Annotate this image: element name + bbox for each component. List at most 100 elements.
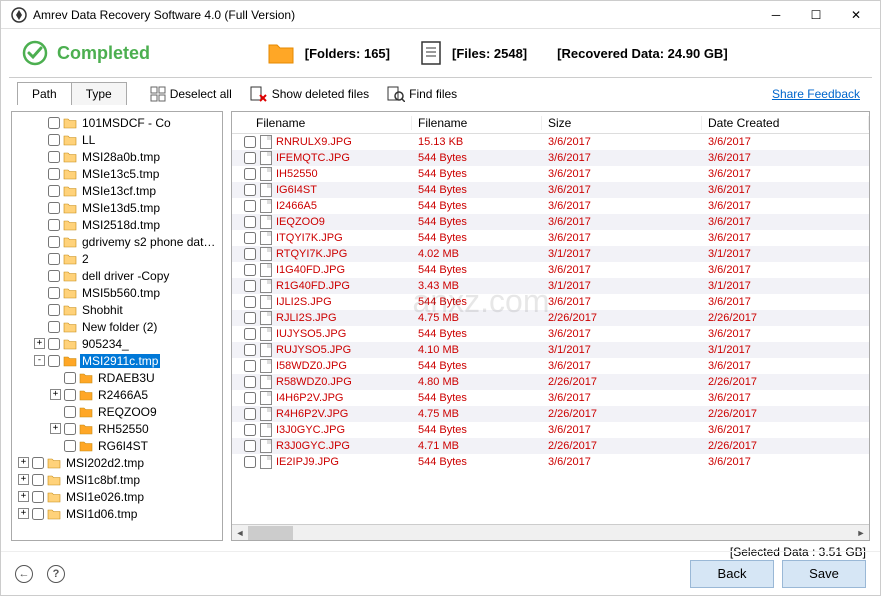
file-checkbox[interactable] [244,328,256,340]
file-row[interactable]: IEQZOO9544 Bytes3/6/20173/6/2017 [232,214,869,230]
tree-checkbox[interactable] [32,474,44,486]
tree-checkbox[interactable] [32,457,44,469]
maximize-button[interactable]: ☐ [796,1,836,29]
tree-checkbox[interactable] [48,338,60,350]
tree-item[interactable]: +MSI1e026.tmp [12,488,222,505]
tree-expander-icon[interactable]: + [18,508,29,519]
file-row[interactable]: RJLI2S.JPG4.75 MB2/26/20172/26/2017 [232,310,869,326]
tree-item[interactable]: 101MSDCF - Co [12,114,222,131]
file-hscrollbar[interactable]: ◄► [232,524,869,540]
tree-expander-icon[interactable]: + [18,491,29,502]
file-checkbox[interactable] [244,248,256,260]
tree-checkbox[interactable] [48,151,60,163]
tree-checkbox[interactable] [32,508,44,520]
file-checkbox[interactable] [244,264,256,276]
col-size[interactable]: Size [542,116,702,130]
tree-checkbox[interactable] [48,287,60,299]
tree-checkbox[interactable] [48,168,60,180]
tree-item[interactable]: +MSI1d06.tmp [12,505,222,522]
file-row[interactable]: RTQYI7K.JPG4.02 MB3/1/20173/1/2017 [232,246,869,262]
tree-item[interactable]: dell driver -Copy [12,267,222,284]
file-checkbox[interactable] [244,136,256,148]
file-row[interactable]: I1G40FD.JPG544 Bytes3/6/20173/6/2017 [232,262,869,278]
file-row[interactable]: IE2IPJ9.JPG544 Bytes3/6/20173/6/2017 [232,454,869,470]
file-checkbox[interactable] [244,184,256,196]
tree-item[interactable]: MSIe13c5.tmp [12,165,222,182]
tree-item[interactable]: +MSI202d2.tmp [12,454,222,471]
file-row[interactable]: IH52550544 Bytes3/6/20173/6/2017 [232,166,869,182]
tree-expander-icon[interactable]: - [34,355,45,366]
tree-expander-icon[interactable]: + [34,338,45,349]
tab-type[interactable]: Type [71,82,127,105]
save-button[interactable]: Save [782,560,866,588]
tree-checkbox[interactable] [48,236,60,248]
file-checkbox[interactable] [244,440,256,452]
help-icon[interactable]: ? [47,565,65,583]
tree-checkbox[interactable] [64,406,76,418]
file-checkbox[interactable] [244,200,256,212]
col-date[interactable]: Date Created [702,116,869,130]
tree-item[interactable]: 2 [12,250,222,267]
tree-checkbox[interactable] [48,117,60,129]
file-checkbox[interactable] [244,232,256,244]
tree-item[interactable]: RG6I4ST [12,437,222,454]
col-filename2[interactable]: Filename [412,116,542,130]
tree-expander-icon[interactable]: + [18,474,29,485]
file-row[interactable]: I3J0GYC.JPG544 Bytes3/6/20173/6/2017 [232,422,869,438]
tree-item[interactable]: MSI5b560.tmp [12,284,222,301]
tree-checkbox[interactable] [48,219,60,231]
tree-checkbox[interactable] [48,304,60,316]
tree-checkbox[interactable] [48,134,60,146]
back-help-icon[interactable]: ← [15,565,33,583]
tree-checkbox[interactable] [48,270,60,282]
file-row[interactable]: R3J0GYC.JPG4.71 MB2/26/20172/26/2017 [232,438,869,454]
folder-tree[interactable]: 101MSDCF - CoLLMSI28a0b.tmpMSIe13c5.tmpM… [12,112,222,540]
minimize-button[interactable]: ─ [756,1,796,29]
file-row[interactable]: R1G40FD.JPG3.43 MB3/1/20173/1/2017 [232,278,869,294]
tree-checkbox[interactable] [64,389,76,401]
tree-item[interactable]: RDAEB3U [12,369,222,386]
tree-item[interactable]: MSI28a0b.tmp [12,148,222,165]
file-row[interactable]: IJLI2S.JPG544 Bytes3/6/20173/6/2017 [232,294,869,310]
close-button[interactable]: ✕ [836,1,876,29]
file-checkbox[interactable] [244,312,256,324]
tree-item[interactable]: MSIe13d5.tmp [12,199,222,216]
tree-item[interactable]: REQZOO9 [12,403,222,420]
tree-item[interactable]: +R2466A5 [12,386,222,403]
tree-checkbox[interactable] [48,321,60,333]
file-row[interactable]: I58WDZ0.JPG544 Bytes3/6/20173/6/2017 [232,358,869,374]
tree-item[interactable]: Shobhit [12,301,222,318]
tree-item[interactable]: MSI2518d.tmp [12,216,222,233]
file-row[interactable]: IFEMQTC.JPG544 Bytes3/6/20173/6/2017 [232,150,869,166]
file-checkbox[interactable] [244,168,256,180]
file-checkbox[interactable] [244,280,256,292]
file-checkbox[interactable] [244,456,256,468]
find-files-button[interactable]: Find files [387,86,457,102]
share-feedback-link[interactable]: Share Feedback [772,87,860,101]
tree-item[interactable]: -MSI2911c.tmp [12,352,222,369]
deselect-all-button[interactable]: Deselect all [150,86,232,102]
tree-item[interactable]: +905234_ [12,335,222,352]
tree-expander-icon[interactable]: + [18,457,29,468]
tree-item[interactable]: +MSI1c8bf.tmp [12,471,222,488]
file-checkbox[interactable] [244,392,256,404]
file-checkbox[interactable] [244,344,256,356]
tree-checkbox[interactable] [64,423,76,435]
tree-checkbox[interactable] [64,372,76,384]
file-row[interactable]: R4H6P2V.JPG4.75 MB2/26/20172/26/2017 [232,406,869,422]
tab-path[interactable]: Path [17,82,72,105]
file-checkbox[interactable] [244,408,256,420]
file-row[interactable]: I4H6P2V.JPG544 Bytes3/6/20173/6/2017 [232,390,869,406]
tree-checkbox[interactable] [48,185,60,197]
tree-item[interactable]: gdrivemy s2 phone datatestmy [12,233,222,250]
tree-item[interactable]: New folder (2) [12,318,222,335]
file-row[interactable]: RNRULX9.JPG15.13 KB3/6/20173/6/2017 [232,134,869,150]
tree-checkbox[interactable] [48,355,60,367]
file-checkbox[interactable] [244,152,256,164]
back-button[interactable]: Back [690,560,774,588]
tree-hscrollbar[interactable]: ◄► [12,540,222,541]
tree-checkbox[interactable] [48,253,60,265]
file-checkbox[interactable] [244,296,256,308]
file-row[interactable]: IG6I4ST544 Bytes3/6/20173/6/2017 [232,182,869,198]
tree-item[interactable]: MSIe13cf.tmp [12,182,222,199]
